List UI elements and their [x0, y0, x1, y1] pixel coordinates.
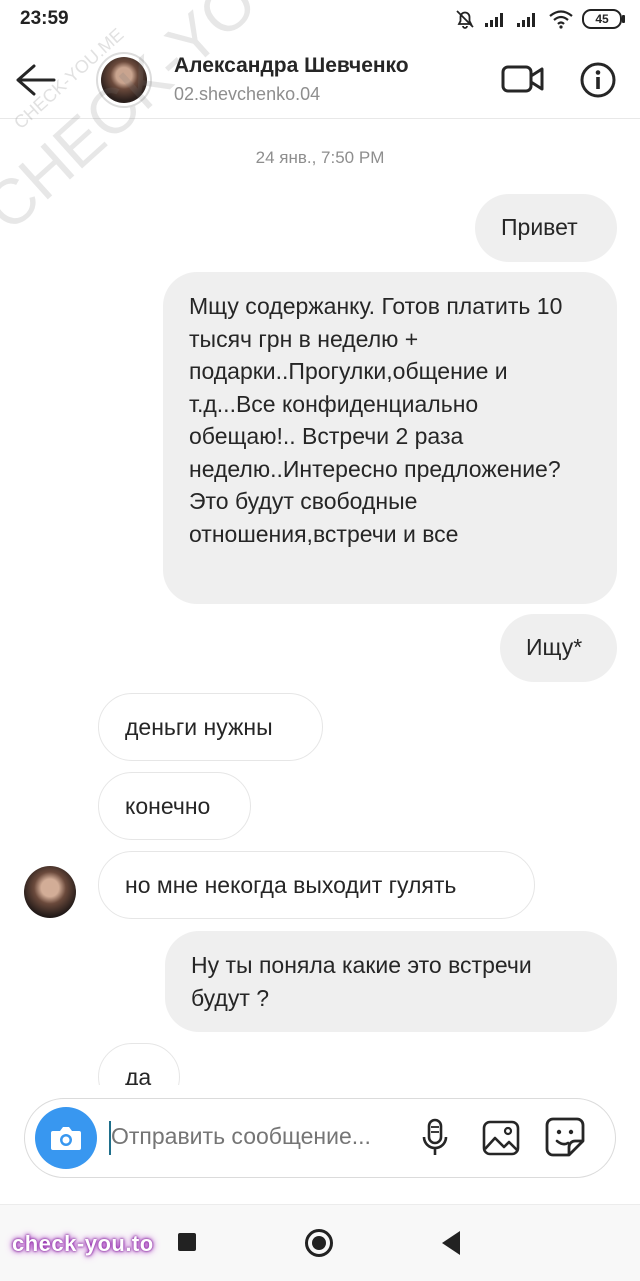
message-bubble-out[interactable]: Ну ты поняла какие это встречи будут ? [165, 931, 617, 1032]
message-bubble-out[interactable]: Ищу* [500, 614, 617, 682]
system-nav-bar: check-you.to [0, 1204, 640, 1281]
camera-icon [51, 1127, 81, 1150]
status-icons: 45 [454, 8, 625, 30]
message-input[interactable] [111, 1123, 411, 1150]
message-list[interactable]: 24 янв., 7:50 PM Привет Мщу содержанку. … [0, 118, 640, 1085]
contact-name[interactable]: Александра Шевченко [174, 54, 409, 78]
signal-icon-2 [517, 13, 535, 27]
signal-icon [485, 13, 503, 27]
voice-message-button[interactable] [417, 1117, 453, 1159]
home-button[interactable] [305, 1229, 333, 1257]
message-bubble-in[interactable]: но мне некогда выходит гулять [98, 851, 535, 919]
video-call-button[interactable] [500, 62, 546, 96]
camera-button[interactable] [35, 1107, 97, 1169]
contact-handle[interactable]: 02.shevchenko.04 [174, 84, 320, 105]
message-bubble-in[interactable]: деньги нужны [98, 693, 323, 761]
battery-indicator: 45 [582, 9, 625, 29]
message-bubble-in[interactable]: да [98, 1043, 180, 1085]
image-icon [482, 1120, 520, 1156]
profile-avatar[interactable] [96, 52, 152, 108]
mute-bell-icon [456, 10, 474, 29]
battery-level: 45 [595, 12, 609, 26]
message-bubble-out[interactable]: Мщу содержанку. Готов платить 10 тысяч г… [163, 272, 617, 604]
sticker-icon [545, 1117, 585, 1157]
recent-apps-button[interactable] [178, 1233, 196, 1251]
microphone-icon [422, 1118, 448, 1155]
message-composer [24, 1098, 616, 1178]
gallery-button[interactable] [480, 1117, 522, 1159]
sender-avatar[interactable] [24, 866, 76, 918]
message-bubble-in[interactable]: конечно [98, 772, 251, 840]
chat-header: Александра Шевченко 02.shevchenko.04 [0, 40, 640, 119]
message-bubble-out[interactable]: Привет [475, 194, 617, 262]
info-icon [580, 62, 616, 98]
brand-watermark: check-you.to [12, 1231, 154, 1256]
back-arrow-icon [16, 64, 56, 96]
nav-back-button[interactable] [442, 1231, 460, 1255]
video-camera-icon [501, 65, 544, 93]
wifi-icon [549, 10, 573, 29]
status-time: 23:59 [20, 8, 69, 29]
date-separator: 24 янв., 7:50 PM [255, 148, 385, 167]
avatar-image [101, 57, 147, 103]
sticker-button[interactable] [543, 1115, 587, 1159]
status-bar: 23:59 45 [0, 0, 640, 40]
back-button[interactable] [14, 60, 58, 100]
info-button[interactable] [578, 60, 618, 100]
